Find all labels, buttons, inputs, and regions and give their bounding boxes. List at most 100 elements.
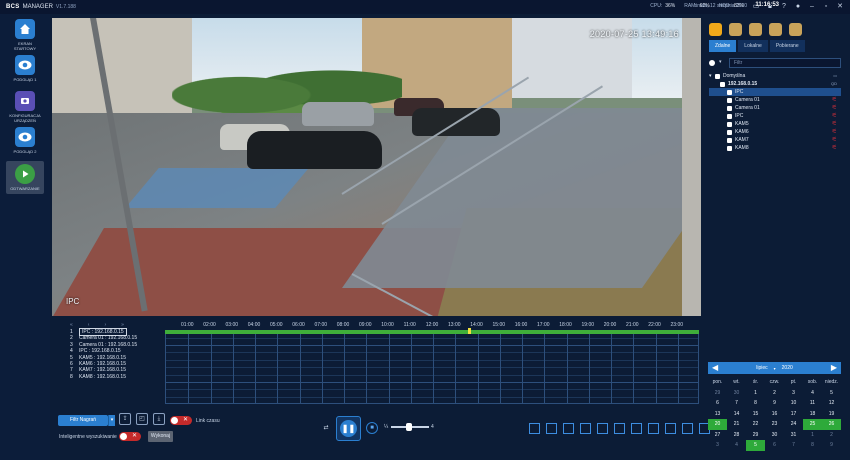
calendar-day[interactable]: 4	[727, 440, 746, 451]
calendar-day[interactable]: 10	[784, 398, 803, 409]
camera-icon[interactable]	[749, 23, 762, 36]
tab-local[interactable]: Lokalne	[738, 40, 768, 52]
tree-item[interactable]: 192.168.0.15 QD	[709, 80, 841, 88]
snapshot-icon[interactable]: ◰	[136, 413, 148, 425]
timeline-cursor[interactable]	[468, 328, 471, 334]
lock-icon[interactable]: 🔒︎	[766, 2, 774, 11]
layout-25-icon[interactable]	[631, 423, 642, 434]
prev-month-icon[interactable]: ◀	[712, 362, 718, 374]
calendar-month[interactable]: lipiec	[756, 365, 767, 371]
calendar-day[interactable]: 29	[746, 430, 765, 441]
calendar-day[interactable]: 30	[765, 430, 784, 441]
tree-checkbox[interactable]	[727, 121, 732, 127]
sidebar-item-start-screen[interactable]: EKRAN STARTOWY	[8, 19, 42, 51]
layout-6-icon[interactable]	[563, 423, 574, 434]
calendar-day[interactable]: 31	[784, 430, 803, 441]
calendar-day[interactable]: 11	[803, 398, 822, 409]
tree-item[interactable]: KAM7 ⚟	[709, 136, 841, 144]
timeline-camera-row[interactable]: 8 KAM8 : 192.168.0.15	[70, 374, 162, 380]
calendar-day[interactable]: 26	[822, 419, 841, 430]
calendar-day[interactable]: 4	[803, 388, 822, 399]
calendar-day[interactable]: 2	[765, 388, 784, 399]
tree-checkbox[interactable]	[720, 81, 725, 87]
calendar-day[interactable]: 30	[727, 388, 746, 399]
calendar-day[interactable]: 20	[708, 419, 727, 430]
tab-downloaded[interactable]: Pobierane	[769, 40, 805, 52]
maximize-icon[interactable]: ▫	[822, 2, 830, 11]
chevron-down-icon[interactable]: ▾	[108, 415, 115, 426]
calendar-day[interactable]: 28	[727, 430, 746, 441]
calendar-day[interactable]: 15	[746, 409, 765, 420]
remote-playback-icon[interactable]	[709, 23, 722, 36]
calendar-day[interactable]: 7	[727, 398, 746, 409]
tree-item[interactable]: KAM8 ⚟	[709, 144, 841, 152]
close-icon[interactable]: ✕	[836, 2, 844, 11]
tree-checkbox[interactable]	[727, 113, 732, 119]
help-icon[interactable]: ?	[780, 2, 788, 11]
layout-1-icon[interactable]	[529, 423, 540, 434]
expand-icon[interactable]: ▾	[709, 72, 712, 80]
sidebar-item-preview-1[interactable]: PODGLĄD 1	[8, 55, 42, 82]
tree-checkbox[interactable]	[727, 137, 732, 143]
tree-checkbox[interactable]	[727, 129, 732, 135]
tree-checkbox[interactable]	[727, 145, 732, 151]
calendar-day[interactable]: 3	[784, 388, 803, 399]
sidebar-item-preview-2[interactable]: PODGLĄD 2	[8, 127, 42, 154]
record-icon[interactable]	[729, 23, 742, 36]
calendar-day[interactable]: 2	[822, 430, 841, 441]
tree-item[interactable]: IPC	[709, 88, 841, 96]
calendar-day[interactable]: 21	[727, 419, 746, 430]
calendar-day[interactable]: 24	[784, 419, 803, 430]
layout-36-icon[interactable]	[648, 423, 659, 434]
calendar-day[interactable]: 25	[803, 419, 822, 430]
calendar-day[interactable]: 27	[708, 430, 727, 441]
calendar-day[interactable]: 6	[708, 398, 727, 409]
tree-item[interactable]: KAM6 ⚟	[709, 128, 841, 136]
layout-9-icon[interactable]	[597, 423, 608, 434]
sidebar-item-playback[interactable]: ODTWARZANIE	[6, 161, 44, 194]
calendar-day[interactable]: 22	[746, 419, 765, 430]
filter-recordings-button[interactable]: Filtr Nagrań	[58, 415, 108, 426]
speed-slider-thumb[interactable]	[406, 423, 412, 431]
tree-item[interactable]: Camera 01 ⚟	[709, 96, 841, 104]
filter-input[interactable]: Filtr	[729, 58, 841, 68]
calendar-day[interactable]: 6	[765, 440, 784, 451]
calendar-day[interactable]: 8	[803, 440, 822, 451]
calendar-day[interactable]: 17	[784, 409, 803, 420]
download-icon[interactable]: ⤓	[153, 413, 165, 425]
calendar-day[interactable]: 12	[822, 398, 841, 409]
video-viewport[interactable]: 2020-07-25 13:49:16 IPC	[52, 18, 701, 316]
tree-checkbox[interactable]	[715, 73, 720, 79]
next-month-icon[interactable]: ▶	[831, 362, 837, 374]
chevron-down-icon[interactable]: ▾	[719, 59, 722, 65]
sidebar-item-device-config[interactable]: KONFIGURACJA URZĄDZEŃ	[8, 91, 42, 123]
sync-icon[interactable]: ⇄	[320, 423, 332, 435]
calendar-day[interactable]: 3	[708, 440, 727, 451]
pause-button[interactable]: ❚❚	[336, 416, 361, 441]
layout-8-icon[interactable]	[580, 423, 591, 434]
calendar-day[interactable]: 1	[803, 430, 822, 441]
calendar-day[interactable]: 9	[822, 440, 841, 451]
save-icon[interactable]	[769, 23, 782, 36]
calendar-day[interactable]: 5	[746, 440, 765, 451]
time-link-toggle[interactable]: ✕	[170, 416, 192, 425]
calendar-day[interactable]: 14	[727, 409, 746, 420]
calendar-day[interactable]: 5	[822, 388, 841, 399]
calendar-day[interactable]: 1	[746, 388, 765, 399]
calendar-year[interactable]: 2020	[782, 365, 793, 371]
tree-item[interactable]: KAM5 ⚟	[709, 120, 841, 128]
speed-slider[interactable]	[391, 423, 429, 431]
calendar-day[interactable]: 18	[803, 409, 822, 420]
stop-button[interactable]: ■	[366, 422, 378, 434]
calendar-day[interactable]: 19	[822, 409, 841, 420]
execute-button[interactable]: Wykonaj	[148, 431, 173, 442]
timeline[interactable]: 01:00 02:00 03:00 04:00 05:00 06:00 07:00 08:00…	[165, 321, 699, 405]
tree-item[interactable]: ▾ Domyślna ▭	[709, 72, 841, 80]
monitor-icon[interactable]: ▭	[752, 2, 760, 11]
export-icon[interactable]: ⇪	[119, 413, 131, 425]
layout-16-icon[interactable]	[614, 423, 625, 434]
layout-64-icon[interactable]	[665, 423, 676, 434]
smart-search-toggle[interactable]: ✕	[119, 432, 141, 441]
tree-item[interactable]: IPC ⚟	[709, 112, 841, 120]
tree-checkbox[interactable]	[727, 89, 732, 95]
